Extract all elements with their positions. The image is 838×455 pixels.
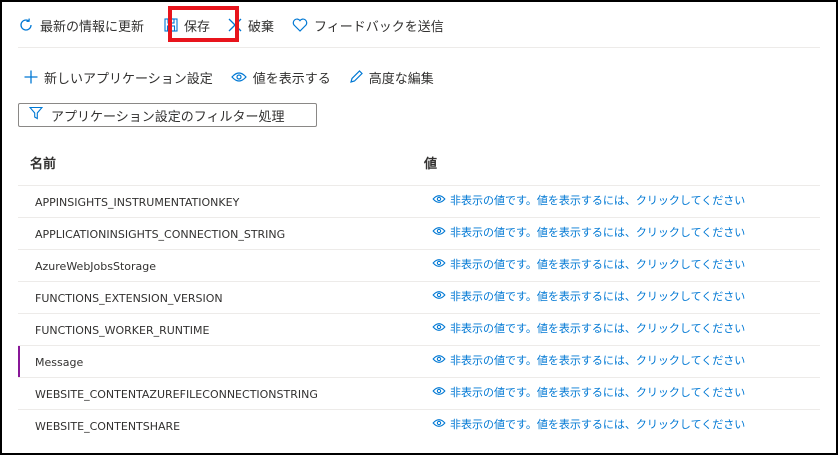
eye-icon (432, 354, 446, 367)
new-application-setting-button[interactable]: 新しいアプリケーション設定 (24, 62, 213, 92)
table-row[interactable]: Message 非表示の値です。値を表示するには、クリックしてください (18, 345, 820, 377)
setting-name: WEBSITE_CONTENTAZUREFILECONNECTIONSTRING (35, 388, 318, 401)
eye-icon (432, 418, 446, 431)
advanced-edit-button[interactable]: 高度な編集 (349, 62, 434, 92)
new-setting-label: 新しいアプリケーション設定 (44, 71, 213, 87)
refresh-icon (18, 17, 34, 33)
eye-icon (432, 226, 446, 239)
hidden-value-text: 非表示の値です。値を表示するには、クリックしてください (450, 226, 746, 239)
save-highlight-box (168, 6, 239, 42)
hidden-value-link[interactable]: 非表示の値です。値を表示するには、クリックしてください (432, 320, 745, 336)
hidden-value-link[interactable]: 非表示の値です。値を表示するには、クリックしてください (432, 224, 745, 240)
pencil-icon (349, 70, 363, 84)
table-row[interactable]: FUNCTIONS_WORKER_RUNTIME 非表示の値です。値を表示するに… (18, 313, 820, 345)
eye-icon (432, 194, 446, 207)
hidden-value-text: 非表示の値です。値を表示するには、クリックしてください (450, 194, 746, 207)
table-row[interactable]: WEBSITE_CONTENTAZUREFILECONNECTIONSTRING… (18, 377, 820, 409)
hidden-value-link[interactable]: 非表示の値です。値を表示するには、クリックしてください (432, 192, 745, 208)
setting-name: APPLICATIONINSIGHTS_CONNECTION_STRING (35, 228, 286, 241)
eye-icon (432, 322, 446, 335)
eye-icon (230, 71, 247, 83)
settings-command-bar: 新しいアプリケーション設定 値を表示する 高度な編集 (24, 64, 434, 90)
table-row[interactable]: FUNCTIONS_EXTENSION_VERSION 非表示の値です。値を表示… (18, 281, 820, 313)
app-settings-table: APPINSIGHTS_INSTRUMENTATIONKEY 非表示の値です。値… (18, 185, 820, 441)
eye-icon (432, 290, 446, 303)
setting-name: APPINSIGHTS_INSTRUMENTATIONKEY (35, 196, 240, 209)
hidden-value-link[interactable]: 非表示の値です。値を表示するには、クリックしてください (432, 256, 745, 272)
hidden-value-text: 非表示の値です。値を表示するには、クリックしてください (450, 418, 746, 431)
filter-settings-input[interactable]: アプリケーション設定のフィルター処理 (18, 103, 317, 127)
feedback-label: フィードバックを送信 (314, 19, 444, 35)
hidden-value-link[interactable]: 非表示の値です。値を表示するには、クリックしてください (432, 288, 745, 304)
plus-icon (24, 70, 38, 84)
refresh-label: 最新の情報に更新 (40, 19, 145, 35)
hidden-value-text: 非表示の値です。値を表示するには、クリックしてください (450, 354, 746, 367)
table-row[interactable]: AzureWebJobsStorage 非表示の値です。値を表示するには、クリッ… (18, 249, 820, 281)
table-row[interactable]: APPLICATIONINSIGHTS_CONNECTION_STRING 非表… (18, 217, 820, 249)
setting-name: FUNCTIONS_WORKER_RUNTIME (35, 324, 210, 337)
heart-icon (292, 18, 308, 32)
eye-icon (432, 386, 446, 399)
advanced-edit-label: 高度な編集 (368, 71, 434, 87)
hidden-value-text: 非表示の値です。値を表示するには、クリックしてください (450, 322, 746, 335)
column-header-value[interactable]: 値 (424, 153, 437, 172)
hidden-value-link[interactable]: 非表示の値です。値を表示するには、クリックしてください (432, 416, 745, 432)
setting-name: FUNCTIONS_EXTENSION_VERSION (35, 292, 223, 305)
setting-name: AzureWebJobsStorage (35, 260, 157, 273)
hidden-value-text: 非表示の値です。値を表示するには、クリックしてください (450, 290, 746, 303)
table-row[interactable]: APPINSIGHTS_INSTRUMENTATIONKEY 非表示の値です。値… (18, 185, 820, 217)
setting-name: WEBSITE_CONTENTSHARE (35, 420, 181, 433)
table-row[interactable]: WEBSITE_CONTENTSHARE 非表示の値です。値を表示するには、クリ… (18, 409, 820, 441)
setting-name: Message (35, 356, 84, 369)
show-values-label: 値を表示する (252, 71, 331, 87)
hidden-value-link[interactable]: 非表示の値です。値を表示するには、クリックしてください (432, 352, 745, 368)
toolbar-divider (18, 47, 820, 48)
hidden-value-text: 非表示の値です。値を表示するには、クリックしてください (450, 386, 746, 399)
show-values-button[interactable]: 値を表示する (230, 62, 331, 92)
eye-icon (432, 258, 446, 271)
hidden-value-link[interactable]: 非表示の値です。値を表示するには、クリックしてください (432, 384, 745, 400)
send-feedback-button[interactable]: フィードバックを送信 (292, 10, 444, 40)
filter-icon (28, 106, 44, 124)
hidden-value-text: 非表示の値です。値を表示するには、クリックしてください (450, 258, 746, 271)
discard-label: 破棄 (248, 19, 275, 35)
filter-placeholder: アプリケーション設定のフィルター処理 (51, 109, 285, 125)
refresh-button[interactable]: 最新の情報に更新 (18, 10, 144, 40)
column-header-name[interactable]: 名前 (30, 153, 56, 172)
